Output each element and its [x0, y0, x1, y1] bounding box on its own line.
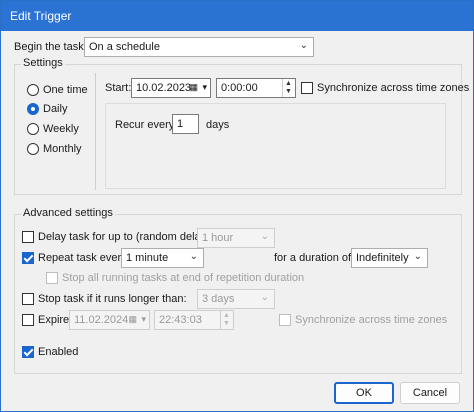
- start-time-field[interactable]: 0:00:00 ▲ ▼: [216, 78, 296, 98]
- sync-timezones-label: Synchronize across time zones: [317, 82, 470, 94]
- begin-task-value: On a schedule: [89, 41, 160, 53]
- monthly-label: Monthly: [43, 143, 82, 155]
- duration-value: Indefinitely: [356, 252, 409, 264]
- expire-checkbox[interactable]: [22, 314, 34, 326]
- one-time-label: One time: [43, 84, 88, 96]
- chevron-down-icon: ▾: [141, 314, 146, 324]
- expire-sync-checkbox[interactable]: [279, 314, 291, 326]
- stop-if-longer-dropdown[interactable]: 3 days ⌄: [197, 289, 275, 309]
- chevron-down-icon: ⌄: [260, 231, 269, 242]
- chevron-down-icon: ⌄: [189, 251, 198, 262]
- repeat-interval-dropdown[interactable]: 1 minute ⌄: [121, 248, 204, 268]
- delay-value: 1 hour: [202, 232, 234, 244]
- time-spinner[interactable]: ▲ ▼: [220, 311, 233, 329]
- recur-every-value: 1: [177, 118, 184, 130]
- window-title: Edit Trigger: [10, 9, 72, 23]
- spin-down-icon[interactable]: ▼: [285, 88, 292, 96]
- expire-sync-label: Synchronize across time zones: [295, 314, 448, 326]
- begin-task-dropdown[interactable]: On a schedule ⌄: [84, 37, 314, 57]
- spin-down-icon[interactable]: ▼: [223, 320, 230, 328]
- stop-all-tasks-checkbox[interactable]: [46, 272, 58, 284]
- recur-unit-label: days: [206, 119, 230, 131]
- chevron-down-icon: ▾: [202, 82, 207, 92]
- settings-group-title: Settings: [21, 57, 65, 69]
- start-label: Start:: [105, 82, 132, 94]
- calendar-icon: ▦: [189, 82, 198, 92]
- duration-dropdown[interactable]: Indefinitely ⌄: [351, 248, 428, 268]
- stop-all-tasks-label: Stop all running tasks at end of repetit…: [62, 272, 305, 284]
- delay-dropdown[interactable]: 1 hour ⌄: [197, 228, 275, 248]
- expire-date-picker[interactable]: 11.02.2024 ▦ ▾: [69, 310, 150, 330]
- weekly-label: Weekly: [43, 123, 79, 135]
- spin-up-icon[interactable]: ▲: [285, 80, 292, 88]
- settings-divider: [95, 73, 96, 190]
- start-date-picker[interactable]: 10.02.2023 ▦ ▾: [131, 78, 211, 98]
- radio-one-time[interactable]: [27, 84, 39, 96]
- delay-task-checkbox[interactable]: [22, 231, 34, 243]
- stop-if-longer-checkbox[interactable]: [22, 293, 34, 305]
- expire-date-value: 11.02.2024: [74, 314, 129, 326]
- radio-monthly[interactable]: [27, 143, 39, 155]
- radio-daily[interactable]: [27, 103, 39, 115]
- spin-up-icon[interactable]: ▲: [223, 312, 230, 320]
- time-spinner[interactable]: ▲ ▼: [282, 79, 295, 97]
- enabled-checkbox[interactable]: [22, 346, 34, 358]
- cancel-button[interactable]: Cancel: [400, 382, 460, 404]
- edit-trigger-dialog: Edit Trigger Begin the task: On a schedu…: [0, 0, 474, 412]
- enabled-label: Enabled: [38, 346, 79, 358]
- chevron-down-icon: ⌄: [260, 292, 269, 303]
- recur-every-label: Recur every:: [115, 119, 178, 131]
- delay-task-label: Delay task for up to (random delay):: [38, 231, 213, 243]
- title-bar: Edit Trigger: [1, 1, 473, 31]
- repeat-task-label: Repeat task every:: [38, 252, 130, 264]
- expire-label: Expire:: [38, 314, 73, 326]
- expire-time-field[interactable]: 22:43:03 ▲ ▼: [154, 310, 234, 330]
- stop-if-longer-label: Stop task if it runs longer than:: [38, 293, 187, 305]
- daily-label: Daily: [43, 103, 68, 115]
- sync-timezones-checkbox[interactable]: [301, 82, 313, 94]
- begin-task-label: Begin the task:: [14, 41, 87, 53]
- repeat-task-checkbox[interactable]: [22, 252, 34, 264]
- ok-button[interactable]: OK: [334, 382, 394, 404]
- start-date-value: 10.02.2023: [136, 82, 192, 94]
- calendar-icon: ▦: [128, 314, 137, 324]
- chevron-down-icon: ⌄: [299, 40, 308, 51]
- stop-if-longer-value: 3 days: [202, 293, 235, 305]
- radio-weekly[interactable]: [27, 123, 39, 135]
- recur-every-input[interactable]: 1: [172, 114, 199, 134]
- start-time-value: 0:00:00: [221, 82, 258, 94]
- repeat-interval-value: 1 minute: [126, 252, 169, 264]
- expire-time-value: 22:43:03: [159, 314, 202, 326]
- advanced-settings-title: Advanced settings: [21, 207, 115, 219]
- chevron-down-icon: ⌄: [413, 251, 422, 262]
- duration-label: for a duration of:: [274, 252, 355, 264]
- recurrence-panel: [105, 103, 446, 189]
